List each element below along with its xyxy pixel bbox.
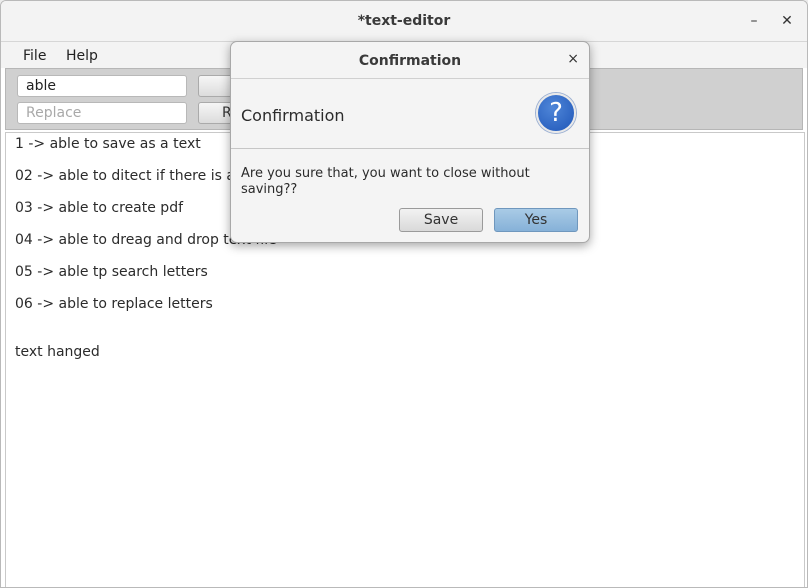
- dialog-title: Confirmation: [358, 53, 462, 69]
- text-line: 05 -> able tp search letters: [15, 264, 208, 280]
- menu-file[interactable]: File: [23, 48, 46, 64]
- text-line: 03 -> able to create pdf: [15, 200, 184, 216]
- text-line: 06 -> able to replace letters: [15, 296, 213, 312]
- dialog-message: Are you sure that, you want to close wit…: [241, 166, 530, 197]
- dialog-header: Confirmation ?: [231, 79, 589, 148]
- menu-help[interactable]: Help: [66, 48, 98, 64]
- text-line: text hanged: [15, 344, 100, 360]
- replace-input[interactable]: Replace: [17, 102, 187, 124]
- dialog-header-text: Confirmation: [241, 106, 345, 125]
- yes-button[interactable]: Yes: [494, 208, 578, 232]
- minimize-button[interactable]: –: [745, 12, 763, 30]
- text-line: 1 -> able to save as a text: [15, 136, 201, 152]
- window-title: *text-editor: [357, 13, 451, 29]
- title-bar[interactable]: *text-editor – ✕: [1, 1, 807, 42]
- save-button[interactable]: Save: [399, 208, 483, 232]
- search-input[interactable]: able: [17, 75, 187, 97]
- confirmation-dialog: Confirmation × Confirmation ? Are you su…: [230, 41, 590, 243]
- question-icon: ?: [536, 93, 576, 133]
- close-window-button[interactable]: ✕: [778, 12, 796, 30]
- divider: [231, 148, 589, 149]
- dialog-close-icon[interactable]: ×: [567, 51, 579, 67]
- text-line: 02 -> able to ditect if there is any: [15, 168, 253, 184]
